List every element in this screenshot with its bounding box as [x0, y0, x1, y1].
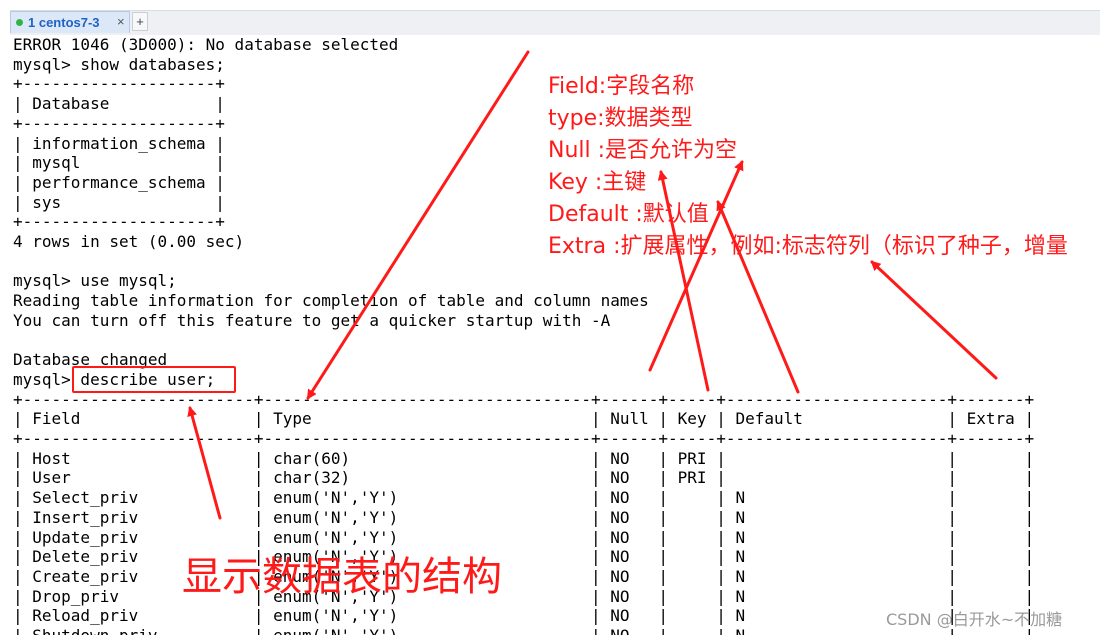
terminal-line: mysql> show databases; [13, 54, 225, 74]
terminal-line: +------------------------+--------------… [13, 389, 1035, 409]
terminal-line: mysql> describe user; [13, 369, 216, 389]
terminal-line: Reading table information for completion… [13, 291, 649, 311]
terminal-line: | sys | [13, 192, 225, 212]
terminal-line: | Select_priv | enum('N','Y') | NO | | N… [13, 488, 1035, 508]
terminal-line: | information_schema | [13, 133, 225, 153]
terminal-line: | mysql | [13, 153, 225, 173]
connected-status-icon [16, 19, 23, 26]
terminal-output[interactable]: ERROR 1046 (3D000): No database selected… [0, 34, 1105, 635]
terminal-line: +--------------------+ [13, 113, 225, 133]
terminal-line: +--------------------+ [13, 212, 225, 232]
session-tab[interactable]: 1 centos7-3 × [10, 11, 130, 33]
terminal-line: You can turn off this feature to get a q… [13, 310, 611, 330]
terminal-line: | Database | [13, 94, 225, 114]
terminal-line: | Reload_priv | enum('N','Y') | NO | | N… [13, 606, 1035, 626]
new-tab-button[interactable]: + [132, 12, 148, 31]
terminal-line: Database changed [13, 350, 168, 370]
session-tab-title: 1 centos7-3 [28, 15, 100, 30]
terminal-line: 4 rows in set (0.00 sec) [13, 232, 245, 251]
terminal-line: | Drop_priv | enum('N','Y') | NO | | N |… [13, 586, 1035, 606]
terminal-line: ERROR 1046 (3D000): No database selected [13, 35, 399, 54]
terminal-line: | Delete_priv | enum('N','Y') | NO | | N… [13, 547, 1035, 567]
terminal-line: mysql> use mysql; [13, 271, 177, 291]
tab-bar: 1 centos7-3 × + [0, 0, 1105, 35]
terminal-line: | User | char(32) | NO | PRI | | | [13, 468, 1035, 488]
close-icon[interactable]: × [117, 14, 125, 29]
terminal-line: | Host | char(60) | NO | PRI | | | [13, 448, 1035, 468]
terminal-line: +--------------------+ [13, 74, 225, 94]
terminal-line: | Update_priv | enum('N','Y') | NO | | N… [13, 527, 1035, 547]
terminal-line: | Shutdown_priv | enum('N','Y') | NO | |… [13, 626, 1034, 635]
terminal-line: | Field | Type | Null | Key | Default | … [13, 409, 1035, 429]
tab-strip [10, 10, 1100, 35]
terminal-line: | Create_priv | enum('N','Y') | NO | | N… [13, 566, 1035, 586]
terminal-line: +------------------------+--------------… [13, 429, 1035, 448]
terminal-line: | Insert_priv | enum('N','Y') | NO | | N… [13, 507, 1035, 527]
terminal-line: | performance_schema | [13, 172, 225, 192]
